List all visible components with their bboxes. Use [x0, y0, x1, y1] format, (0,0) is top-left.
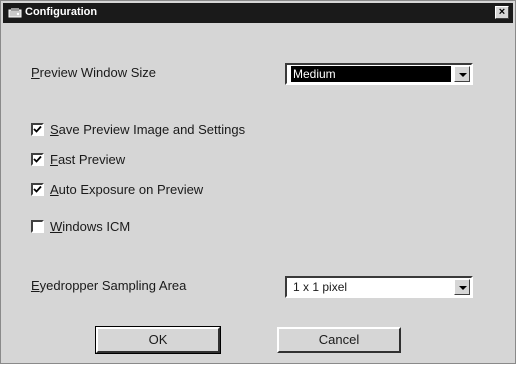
configuration-dialog: Configuration × Preview Window Size Medi… [0, 0, 516, 364]
preview-window-size-value: Medium [291, 66, 451, 82]
windows-icm-mnemonic: W [50, 219, 63, 234]
title-bar[interactable]: Configuration × [3, 3, 513, 23]
eyedropper-label-text: yedropper Sampling Area [39, 278, 187, 293]
eyedropper-sampling-area-select[interactable]: 1 x 1 pixel [285, 276, 473, 298]
eyedropper-mnemonic: E [31, 278, 40, 293]
preview-window-size-mnemonic: P [31, 65, 40, 80]
windows-icm-label: Windows ICM [50, 219, 130, 234]
windows-icm-label-text: indows ICM [62, 219, 131, 234]
preview-window-size-label-text: review Window Size [39, 65, 156, 80]
auto-exposure-checkbox[interactable] [31, 183, 44, 196]
fast-preview-checkbox[interactable] [31, 153, 44, 166]
eyedropper-sampling-area-label: Eyedropper Sampling Area [31, 278, 186, 293]
auto-exposure-label-text: uto Exposure on Preview [58, 182, 204, 197]
windows-icm-checkbox[interactable] [31, 220, 44, 233]
preview-window-size-select[interactable]: Medium [285, 63, 473, 85]
fast-preview-label: Fast Preview [50, 152, 125, 167]
auto-exposure-label: Auto Exposure on Preview [50, 182, 203, 197]
save-preview-label-text: ave Preview Image and Settings [58, 122, 246, 137]
auto-exposure-mnemonic: A [50, 182, 59, 197]
checkmark-icon [33, 125, 42, 133]
window-title: Configuration [25, 6, 98, 18]
scanner-app-icon [8, 8, 22, 18]
ok-button[interactable]: OK [95, 326, 221, 354]
chevron-down-icon[interactable] [454, 279, 470, 295]
preview-window-size-label: Preview Window Size [31, 65, 156, 80]
fast-preview-mnemonic: F [50, 152, 58, 167]
save-preview-label: Save Preview Image and Settings [50, 122, 245, 137]
save-preview-checkbox[interactable] [31, 123, 44, 136]
close-icon[interactable]: × [495, 6, 509, 19]
checkmark-icon [33, 185, 42, 193]
cancel-button[interactable]: Cancel [277, 327, 401, 353]
checkmark-icon [33, 155, 42, 163]
eyedropper-sampling-area-value: 1 x 1 pixel [293, 280, 348, 294]
chevron-down-icon[interactable] [454, 66, 470, 82]
save-preview-mnemonic: S [50, 122, 59, 137]
fast-preview-label-text: ast Preview [57, 152, 126, 167]
